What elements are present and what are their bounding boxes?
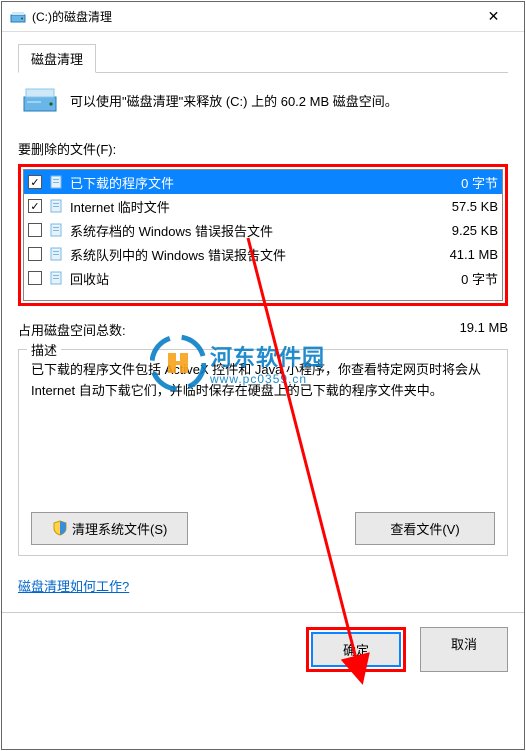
- file-row[interactable]: 回收站0 字节: [24, 266, 502, 290]
- file-icon: [48, 198, 64, 214]
- file-size: 41.1 MB: [428, 247, 498, 262]
- file-size: 57.5 KB: [428, 199, 498, 214]
- clean-system-files-button[interactable]: 清理系统文件(S): [31, 512, 188, 545]
- description-group: 描述 已下载的程序文件包括 ActiveX 控件和 Java 小程序，你查看特定…: [18, 349, 508, 556]
- window-title: (C:)的磁盘清理: [32, 8, 471, 25]
- disk-cleanup-window: (C:)的磁盘清理 ✕ 磁盘清理 可以使用"磁盘清理"来释放 (C:) 上的 6…: [1, 1, 525, 750]
- file-name: 已下载的程序文件: [70, 173, 428, 192]
- file-icon: [48, 222, 64, 238]
- checkbox[interactable]: ✓: [28, 199, 42, 213]
- total-label: 占用磁盘空间总数:: [18, 320, 126, 339]
- info-row: 可以使用"磁盘清理"来释放 (C:) 上的 60.2 MB 磁盘空间。: [22, 85, 508, 115]
- tab-disk-cleanup[interactable]: 磁盘清理: [18, 44, 96, 73]
- tab-strip: 磁盘清理: [18, 44, 508, 73]
- drive-icon: [10, 9, 26, 25]
- drive-large-icon: [22, 85, 58, 115]
- description-legend: 描述: [27, 340, 61, 359]
- view-button-label: 查看文件(V): [390, 519, 459, 538]
- close-button[interactable]: ✕: [471, 2, 516, 31]
- file-name: 回收站: [70, 269, 428, 288]
- filelist-highlight: ✓已下载的程序文件0 字节✓Internet 临时文件57.5 KB系统存档的 …: [18, 164, 508, 306]
- footer: 确定 取消: [2, 612, 524, 686]
- file-row[interactable]: 系统队列中的 Windows 错误报告文件41.1 MB: [24, 242, 502, 266]
- mid-buttons: 清理系统文件(S) 查看文件(V): [31, 512, 495, 545]
- file-icon: [48, 174, 64, 190]
- file-name: 系统队列中的 Windows 错误报告文件: [70, 245, 428, 264]
- file-row[interactable]: ✓ Internet 临时文件57.5 KB: [24, 194, 502, 218]
- file-size: 9.25 KB: [428, 223, 498, 238]
- file-size: 0 字节: [428, 173, 498, 192]
- file-icon: [48, 246, 64, 262]
- files-label: 要删除的文件(F):: [18, 139, 508, 158]
- view-files-button[interactable]: 查看文件(V): [355, 512, 495, 545]
- checkbox[interactable]: [28, 223, 42, 237]
- how-it-works-link[interactable]: 磁盘清理如何工作?: [18, 576, 129, 595]
- ok-highlight: 确定: [306, 627, 406, 672]
- file-size: 0 字节: [428, 269, 498, 288]
- checkbox[interactable]: ✓: [28, 175, 42, 189]
- file-row[interactable]: 系统存档的 Windows 错误报告文件9.25 KB: [24, 218, 502, 242]
- file-row[interactable]: ✓ 已下载的程序文件0 字节: [24, 170, 502, 194]
- description-text: 已下载的程序文件包括 ActiveX 控件和 Java 小程序，你查看特定网页时…: [31, 360, 495, 402]
- file-list[interactable]: ✓已下载的程序文件0 字节✓Internet 临时文件57.5 KB系统存档的 …: [23, 169, 503, 301]
- file-icon: [48, 270, 64, 286]
- totals-row: 占用磁盘空间总数: 19.1 MB: [18, 320, 508, 339]
- content-area: 磁盘清理 可以使用"磁盘清理"来释放 (C:) 上的 60.2 MB 磁盘空间。…: [2, 32, 524, 612]
- info-text: 可以使用"磁盘清理"来释放 (C:) 上的 60.2 MB 磁盘空间。: [70, 91, 398, 110]
- file-name: Internet 临时文件: [70, 197, 428, 216]
- total-value: 19.1 MB: [460, 320, 508, 339]
- cancel-button[interactable]: 取消: [420, 627, 508, 672]
- clean-button-label: 清理系统文件(S): [72, 519, 167, 538]
- checkbox[interactable]: [28, 271, 42, 285]
- ok-button[interactable]: 确定: [311, 632, 401, 667]
- file-name: 系统存档的 Windows 错误报告文件: [70, 221, 428, 240]
- checkbox[interactable]: [28, 247, 42, 261]
- shield-icon: [52, 520, 68, 536]
- titlebar: (C:)的磁盘清理 ✕: [2, 2, 524, 32]
